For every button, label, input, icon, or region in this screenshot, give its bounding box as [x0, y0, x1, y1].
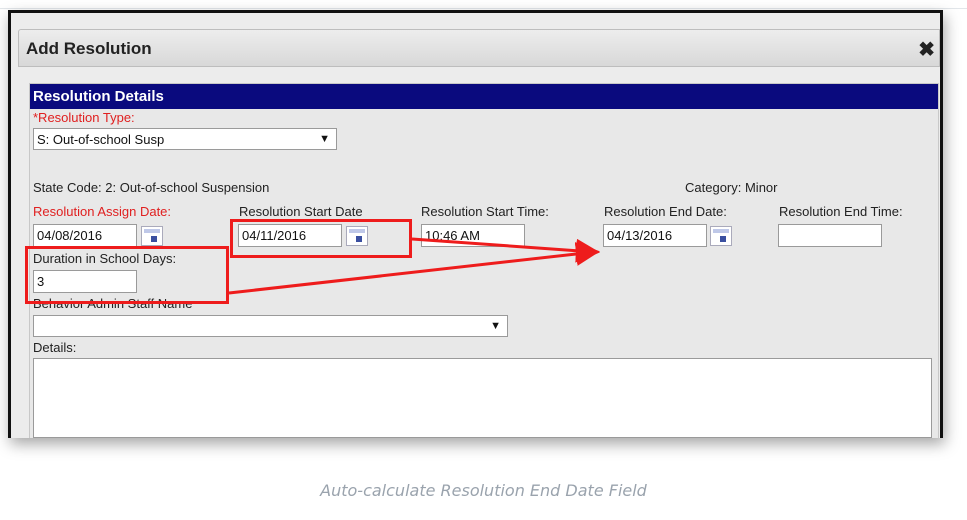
auto-calc-arrows: [228, 237, 600, 295]
dialog-titlebar: Add Resolution ✖: [18, 29, 940, 67]
figure-caption: Auto-calculate Resolution End Date Field: [320, 481, 647, 500]
page-divider: [0, 8, 967, 9]
duration-to-end-arrow: [228, 242, 600, 295]
dialog-title: Add Resolution: [26, 39, 152, 58]
resolution-details-panel: Resolution Details *Resolution Type: S: …: [25, 83, 939, 438]
start-to-end-arrow: [411, 237, 600, 263]
screenshot-frame: Add Resolution ✖ Resolution Details *Res…: [8, 10, 943, 438]
close-icon[interactable]: ✖: [918, 37, 935, 62]
add-resolution-dialog: Add Resolution ✖ Resolution Details *Res…: [11, 13, 940, 438]
